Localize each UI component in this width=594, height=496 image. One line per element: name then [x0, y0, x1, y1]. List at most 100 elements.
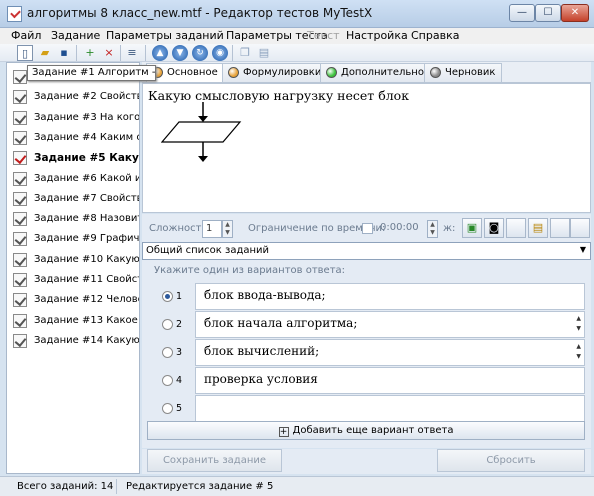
blank-tool-button[interactable]	[570, 218, 590, 238]
menu-bar: Файл Задание Параметры заданий Параметры…	[0, 28, 594, 44]
task-list-item[interactable]: Задание #14 Какую смы	[7, 332, 140, 352]
complexity-input[interactable]: 1	[202, 220, 222, 238]
tab-draft[interactable]: Черновик	[424, 63, 503, 82]
time-limit-value[interactable]: 0:00:00	[377, 220, 425, 238]
task-list-item[interactable]: Задание #9 Графическо	[7, 230, 139, 250]
new-file-icon[interactable]: ▯	[17, 45, 33, 61]
answer-radio[interactable]	[162, 375, 173, 386]
app-icon	[7, 6, 22, 22]
answer-text-field[interactable]: блок вычислений; ▲ ▼	[195, 339, 585, 366]
task-list-item[interactable]: Задание #12 Человек ил	[7, 291, 139, 311]
task-list-item[interactable]: Задание #5 Какую смы	[7, 149, 139, 169]
status-separator	[116, 479, 117, 494]
tab-label: Черновик	[445, 67, 496, 78]
flow-arrow-out-head	[198, 156, 208, 162]
task-list-item-label: Задание #12 Человек ил	[34, 294, 139, 306]
time-limit-checkbox[interactable]	[362, 223, 373, 234]
menu-settings[interactable]: Настройка	[346, 29, 408, 42]
answer-text: проверка условия	[204, 372, 318, 386]
complexity-spinner[interactable]: ▲ ▼	[222, 220, 233, 238]
answer-number: 2	[176, 319, 183, 330]
answer-radio[interactable]	[162, 319, 173, 330]
tab-additional[interactable]: Дополнительно	[320, 63, 431, 82]
menu-help[interactable]: Справка	[411, 29, 459, 42]
move-down-icon[interactable]: ▼	[172, 45, 188, 61]
blank-tool-button[interactable]	[506, 218, 526, 238]
task-check-icon	[13, 171, 27, 186]
answer-number: 3	[176, 347, 183, 358]
window-title: алгоритмы 8 класс_new.mtf - Редактор тес…	[27, 6, 373, 20]
tab-formulations[interactable]: Формулировки	[222, 63, 329, 82]
delete-task-icon[interactable]: ×	[101, 45, 117, 61]
paste-icon[interactable]: ▤	[256, 45, 272, 61]
add-task-icon[interactable]: +	[82, 45, 98, 61]
tab-label: Основное	[167, 67, 218, 78]
add-answer-label: Добавить еще вариант ответа	[292, 425, 454, 436]
menu-file[interactable]: Файл	[11, 29, 41, 42]
answer-row: 1 блок ввода-вывода;	[142, 283, 591, 311]
gray-dot-icon	[430, 67, 441, 78]
task-list-item[interactable]: Задание #11 Свойство а	[7, 271, 139, 291]
tab-label: Дополнительно	[341, 67, 424, 78]
menu-task-params[interactable]: Параметры заданий	[106, 29, 224, 42]
question-text: Какую смысловую нагрузку несет блок	[148, 88, 410, 103]
task-list-item[interactable]: Задание #2 Свойство ал	[7, 88, 139, 108]
camera-icon[interactable]: ◙	[484, 218, 504, 238]
toolbar-separator	[76, 45, 77, 61]
task-list-select[interactable]: Общий список заданий ▼	[142, 242, 591, 260]
answer-text-field[interactable]: блок ввода-вывода;	[195, 283, 585, 310]
answer-text-field[interactable]: проверка условия	[195, 367, 585, 394]
paste-icon[interactable]: ▤	[528, 218, 548, 238]
time-spinner[interactable]: ▲ ▼	[427, 220, 438, 238]
task-list-item-label: Задание #6 Какой из до	[34, 172, 139, 184]
maximize-button[interactable]: ☐	[535, 4, 561, 22]
refresh-icon[interactable]: ↻	[192, 45, 208, 61]
answer-text-field[interactable]	[195, 395, 585, 422]
task-list[interactable]: Задание #1 Алгоритм - это:Задание #2 Сво…	[6, 62, 140, 474]
add-image-icon[interactable]: ▣	[462, 218, 482, 238]
move-up-icon[interactable]: ▲	[152, 45, 168, 61]
menu-text[interactable]: Текст	[307, 29, 340, 42]
task-list-item[interactable]: Задание #10 Какую смы	[7, 251, 139, 271]
minimize-button[interactable]: —	[509, 4, 535, 22]
answer-text: блок ввода-вывода;	[204, 288, 326, 302]
save-icon[interactable]: ▪	[56, 45, 72, 61]
task-list-item[interactable]: Задание #4 Каким спосо	[7, 129, 139, 149]
save-task-button[interactable]: Сохранить задание	[147, 449, 282, 472]
chevron-down-icon[interactable]: ▼	[580, 245, 586, 254]
task-list-item-label: Задание #14 Какую смы	[34, 334, 140, 346]
tab-main[interactable]: Основное	[146, 63, 225, 82]
task-list-item[interactable]: Задание #8 Назовите ос	[7, 210, 139, 230]
task-list-item[interactable]: Задание #7 Свойство ал	[7, 190, 139, 210]
task-list-item[interactable]: Задание #6 Какой из до	[7, 170, 139, 190]
task-list-item-label: Задание #2 Свойство ал	[34, 91, 139, 103]
status-bar: Всего заданий: 14 Редактируется задание …	[0, 476, 594, 496]
task-settings-bar: Сложность: 1 ▲ ▼ Ограничение по времени: …	[142, 214, 591, 242]
menu-task[interactable]: Задание	[51, 29, 100, 42]
answer-scroll-arrows-icon[interactable]: ▲ ▼	[576, 314, 581, 334]
reset-button[interactable]: Сбросить	[437, 449, 585, 472]
task-list-item-label: Задание #8 Назовите ос	[34, 213, 139, 225]
task-check-icon	[13, 333, 27, 348]
open-folder-icon[interactable]: ▰	[37, 45, 53, 61]
task-check-icon	[13, 293, 27, 308]
green-dot-icon	[326, 67, 337, 78]
answer-radio[interactable]	[162, 347, 173, 358]
task-list-item[interactable]: Задание #13 Какое из пе	[7, 312, 139, 332]
question-editor[interactable]: Какую смысловую нагрузку несет блок	[142, 83, 591, 213]
close-button[interactable]: ✕	[561, 4, 589, 22]
answer-text-field[interactable]: блок начала алгоритма; ▲ ▼	[195, 311, 585, 338]
answer-scroll-arrows-icon[interactable]: ▲ ▼	[576, 342, 581, 362]
extra-label: ж:	[443, 223, 456, 234]
add-answer-button[interactable]: + Добавить еще вариант ответа	[147, 421, 585, 440]
task-check-icon	[13, 212, 27, 227]
answer-row: 5	[142, 395, 591, 423]
task-check-icon	[13, 313, 27, 328]
copy-icon[interactable]: ❐	[237, 45, 253, 61]
answer-radio[interactable]	[162, 291, 173, 302]
task-list-item[interactable]: Задание #3 На кого расс	[7, 109, 139, 129]
task-list-icon[interactable]: ≡	[124, 45, 140, 61]
settings-circle-icon[interactable]: ◉	[212, 45, 228, 61]
blank-tool-button[interactable]	[550, 218, 570, 238]
answer-radio[interactable]	[162, 403, 173, 414]
